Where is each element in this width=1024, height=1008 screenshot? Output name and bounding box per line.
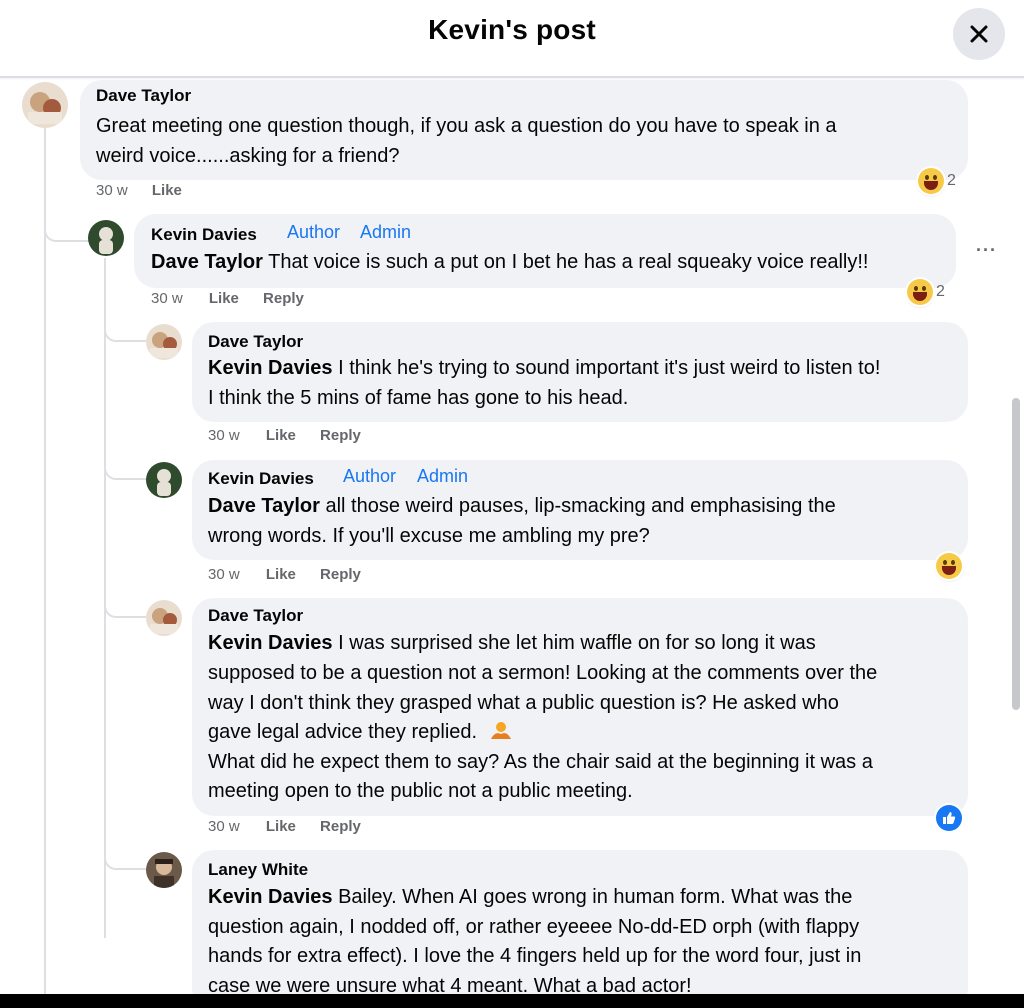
comment-text-line: supposed to be a question not a sermon! … — [208, 662, 878, 684]
comment-text-line: hands for extra effect). I love the 4 fi… — [208, 945, 862, 967]
reaction-summary[interactable] — [936, 803, 962, 833]
comment-timestamp[interactable]: 30 w — [208, 427, 240, 444]
comment-text-line: Kevin Davies Bailey. When AI goes wrong … — [208, 882, 852, 912]
reply-button[interactable]: Reply — [320, 427, 361, 444]
comments-list: Dave Taylor Great meeting one question t… — [0, 80, 1024, 994]
reaction-summary[interactable]: 2 — [907, 277, 945, 307]
comment-text-line: Dave Taylor all those weird pauses, lip-… — [208, 491, 836, 521]
comment-text-line: Dave Taylor That voice is such a put on … — [151, 247, 868, 277]
thread-connector — [104, 598, 146, 618]
dialog-header: Kevin's post — [0, 0, 1024, 78]
comment-author[interactable]: Kevin Davies — [151, 225, 257, 245]
like-button[interactable]: Like — [209, 290, 239, 307]
comment-text: I was surprised she let him waffle on fo… — [338, 632, 816, 654]
like-button[interactable]: Like — [266, 427, 296, 444]
comment-meta: 30 w Like — [96, 182, 182, 199]
like-reaction-icon — [936, 805, 962, 831]
haha-reaction-icon — [918, 168, 944, 194]
mention-link[interactable]: Kevin Davies — [208, 886, 333, 908]
reply-button[interactable]: Reply — [320, 818, 361, 835]
avatar[interactable] — [22, 82, 68, 128]
comment-text: all those weird pauses, lip-smacking and… — [325, 495, 836, 517]
avatar[interactable] — [146, 600, 182, 636]
comment-timestamp[interactable]: 30 w — [96, 182, 128, 199]
mention-link[interactable]: Kevin Davies — [208, 357, 333, 379]
comment-text-line: way I don't think they grasped what a pu… — [208, 692, 839, 714]
close-button[interactable] — [953, 8, 1005, 60]
comment-timestamp[interactable]: 30 w — [208, 566, 240, 583]
thread-connector — [104, 850, 146, 870]
avatar[interactable] — [146, 462, 182, 498]
more-options-button[interactable]: ··· — [976, 240, 997, 261]
comment-text-line: question again, I nodded off, or rather … — [208, 916, 860, 938]
reply-button[interactable]: Reply — [320, 566, 361, 583]
comment-text: Bailey. When AI goes wrong in human form… — [338, 886, 853, 908]
comment-timestamp[interactable]: 30 w — [208, 818, 240, 835]
comment-text-line: meeting open to the public not a public … — [208, 780, 633, 802]
mention-link[interactable]: Kevin Davies — [208, 632, 333, 654]
comment-text-line: What did he expect them to say? As the c… — [208, 751, 873, 773]
comment-text-line: gave legal advice they replied. — [208, 717, 513, 747]
reaction-summary[interactable]: 2 — [918, 166, 956, 196]
comment-timestamp[interactable]: 30 w — [151, 290, 183, 307]
mention-link[interactable]: Dave Taylor — [151, 251, 263, 273]
comment-author[interactable]: Laney White — [208, 860, 308, 880]
comment-author[interactable]: Kevin Davies — [208, 469, 314, 489]
avatar[interactable] — [146, 324, 182, 360]
dialog-title: Kevin's post — [428, 14, 596, 45]
close-icon — [970, 25, 988, 43]
shrug-emoji-icon — [490, 722, 511, 739]
avatar[interactable] — [146, 852, 182, 888]
comment-author[interactable]: Dave Taylor — [96, 86, 191, 106]
comment-meta: 30 w Like Reply — [208, 427, 361, 444]
avatar[interactable] — [88, 220, 124, 256]
comment-text: That voice is such a put on I bet he has… — [268, 251, 869, 273]
comment-meta: 30 w Like Reply — [151, 290, 304, 307]
thread-connector — [104, 460, 146, 480]
comment-author[interactable]: Dave Taylor — [208, 332, 303, 352]
author-badge: Author — [287, 222, 341, 242]
mention-link[interactable]: Dave Taylor — [208, 495, 320, 517]
admin-badge: Admin — [360, 222, 412, 242]
comment-text-line: case we were unsure what 4 meant. What a… — [208, 975, 692, 994]
comment-text-line: weird voice......asking for a friend? — [96, 145, 400, 167]
comment-text-line: Great meeting one question though, if yo… — [96, 115, 837, 137]
admin-badge: Admin — [417, 466, 469, 486]
comment-text-line: Kevin Davies I was surprised she let him… — [208, 628, 816, 658]
thread-connector — [104, 322, 146, 342]
comment-author[interactable]: Dave Taylor — [208, 606, 303, 626]
comment-text: gave legal advice they replied. — [208, 721, 478, 743]
comment-text: I think he's trying to sound important i… — [338, 357, 881, 379]
like-button[interactable]: Like — [152, 182, 182, 199]
bottom-edge — [0, 994, 1024, 1008]
comment-meta: 30 w Like Reply — [208, 566, 361, 583]
haha-reaction-icon — [936, 553, 962, 579]
reaction-count: 2 — [936, 283, 945, 300]
comment-text-line: wrong words. If you'll excuse me ambling… — [208, 525, 650, 547]
thread-connector — [44, 216, 90, 242]
thread-line — [44, 126, 46, 994]
comment-text-line: Kevin Davies I think he's trying to soun… — [208, 353, 880, 383]
like-button[interactable]: Like — [266, 566, 296, 583]
scrollbar-thumb[interactable] — [1012, 398, 1020, 710]
like-button[interactable]: Like — [266, 818, 296, 835]
haha-reaction-icon — [907, 279, 933, 305]
comment-meta: 30 w Like Reply — [208, 818, 361, 835]
reaction-count: 2 — [947, 172, 956, 189]
reaction-summary[interactable] — [936, 551, 962, 581]
author-badge: Author — [343, 466, 397, 486]
comment-text-line: I think the 5 mins of fame has gone to h… — [208, 387, 629, 409]
reply-button[interactable]: Reply — [263, 290, 304, 307]
